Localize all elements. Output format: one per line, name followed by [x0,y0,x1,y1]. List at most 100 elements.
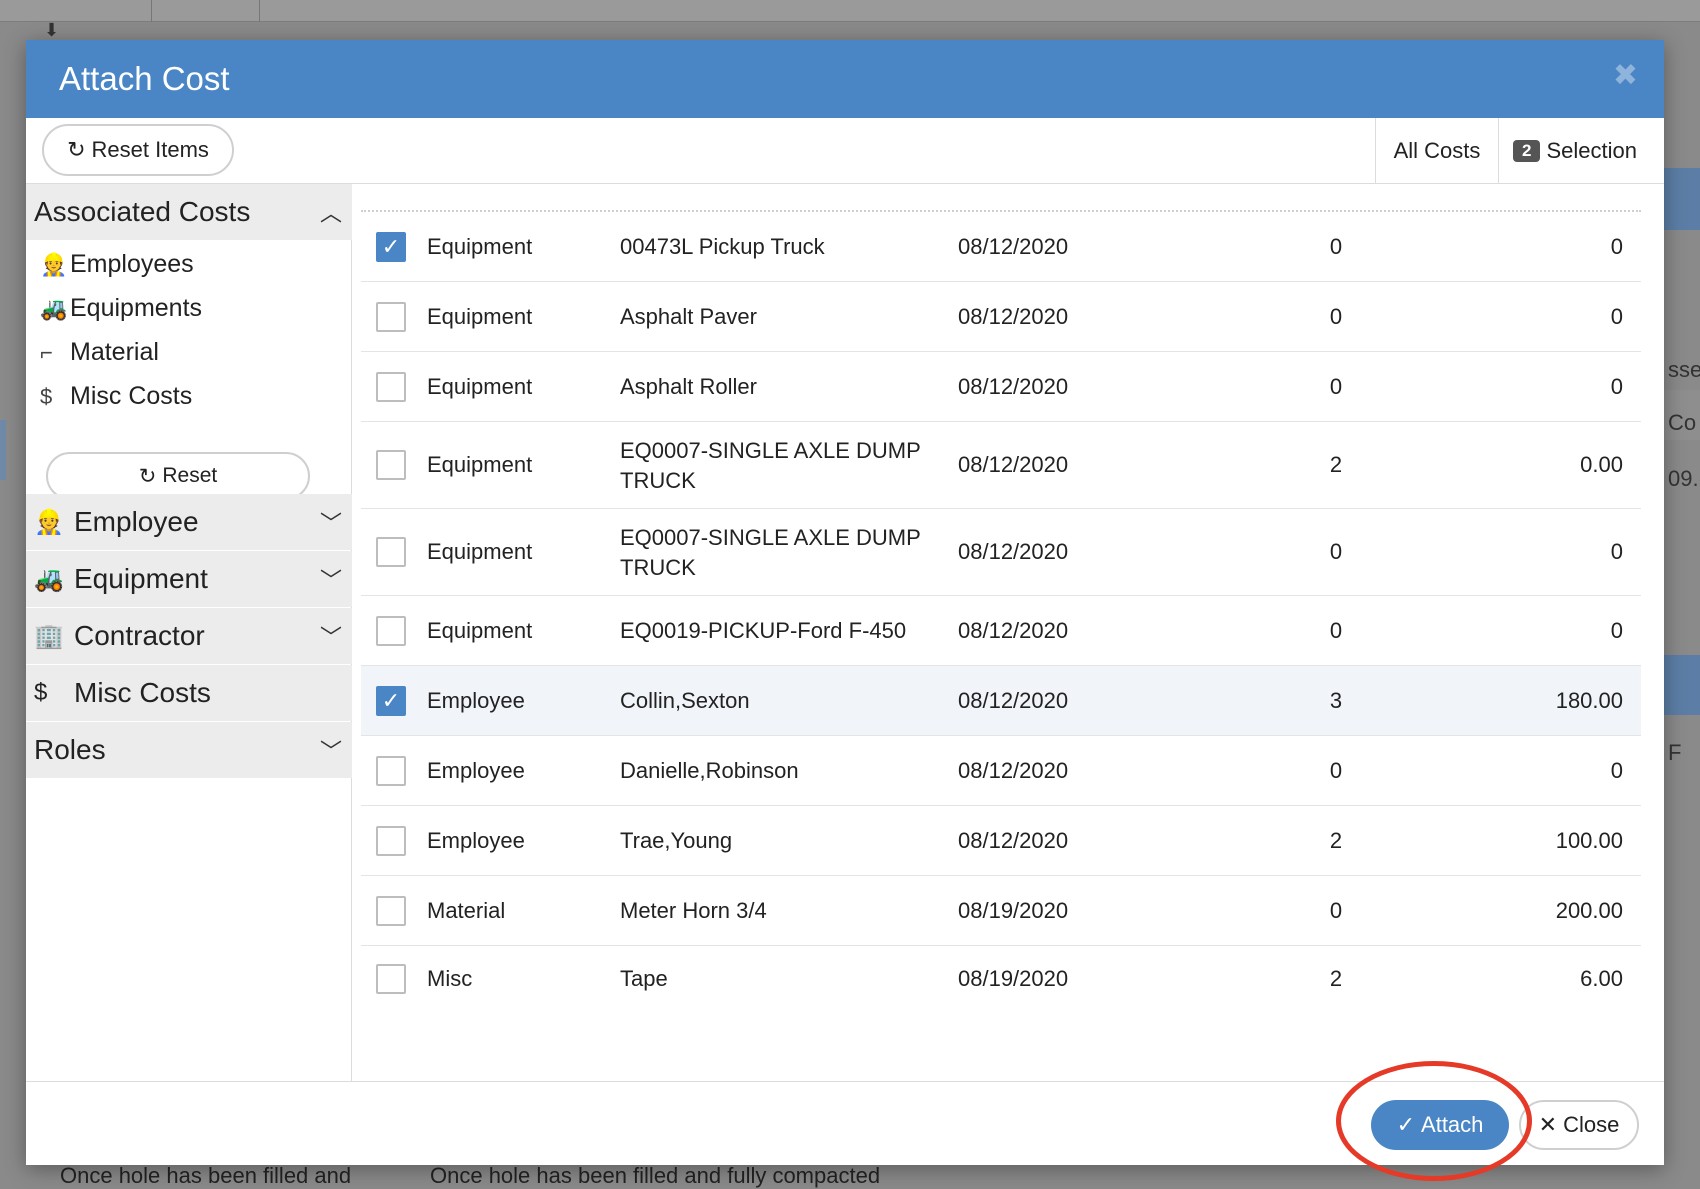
cell-quantity: 0 [1329,758,1343,783]
table-row[interactable]: ✓ Employee Collin,Sexton 08/12/2020 3 18… [361,666,1641,736]
checkmark-icon: ✓ [381,688,401,713]
modal-title: Attach Cost [59,60,230,97]
close-icon[interactable]: ✖ [1613,58,1638,93]
panel-contractor[interactable]: 🏢 Contractor ﹀ [26,608,352,664]
panel-employee-label: Employee [74,506,199,537]
tab-all-costs[interactable]: All Costs [1375,118,1498,184]
tab-all-costs-label: All Costs [1393,138,1481,163]
close-icon: ✕ [1538,1112,1558,1137]
panel-roles[interactable]: Roles ﹀ [26,722,352,778]
row-checkbox[interactable] [376,964,406,994]
table-row[interactable]: Equipment Asphalt Paver 08/12/2020 0 0 [361,282,1641,352]
table-row[interactable]: ✓ Equipment 00473L Pickup Truck 08/12/20… [361,212,1641,282]
cell-type: Equipment [427,234,533,259]
table-row[interactable]: Equipment EQ0007-SINGLE AXLE DUMP TRUCK … [361,422,1641,509]
row-checkbox[interactable] [376,826,406,856]
tab-selection[interactable]: 2 Selection [1498,118,1664,184]
chevron-down-icon: ﹀ [319,739,342,764]
chevron-up-icon: ︿ [319,201,342,226]
refresh-icon: ↻ [67,137,86,162]
reset-items-button[interactable]: ↻ Reset Items [42,124,234,176]
sidebar-item-material[interactable]: ⌐ Material [40,338,159,367]
cell-amount: 0 [1610,304,1623,329]
sidebar-item-label: Employees [70,250,194,278]
panel-equipment-label: Equipment [74,563,208,594]
chevron-down-icon: ﹀ [319,625,342,650]
row-checkbox[interactable] [376,537,406,567]
cell-name: Asphalt Paver [620,304,757,329]
reset-button[interactable]: ↻ Reset [46,452,310,500]
map-pin-icon: ⬇ [44,20,60,40]
contractor-icon: 🏢 [34,623,64,650]
background-nav-segment [152,0,260,22]
cell-quantity: 0 [1329,234,1343,259]
background-nav-segment [0,0,152,22]
cell-type: Equipment [427,452,533,477]
cell-amount: 0 [1610,758,1623,783]
sidebar-item-employees[interactable]: 👷 Employees [40,250,194,279]
sidebar-item-label: Misc Costs [70,382,193,410]
cell-quantity: 0 [1329,539,1343,564]
cell-name: Asphalt Roller [620,374,757,399]
close-button[interactable]: ✕ Close [1519,1100,1639,1150]
cell-name: Meter Horn 3/4 [620,898,767,923]
row-checkbox[interactable] [376,616,406,646]
attach-cost-modal: Attach Cost ✖ ↻ Reset Items All Costs 2 … [26,40,1664,1165]
cell-type: Material [427,898,506,923]
row-checkbox[interactable] [376,450,406,480]
cell-name: EQ0007-SINGLE AXLE DUMP TRUCK [620,525,921,580]
row-checkbox[interactable]: ✓ [376,232,406,262]
sidebar-item-misc-costs[interactable]: $ Misc Costs [40,382,192,411]
tab-selection-label: Selection [1546,138,1637,163]
background-top-bar [0,0,1700,22]
background-text: Once hole has been filled and [60,1163,352,1188]
attach-highlight-circle [1336,1061,1532,1181]
cell-name: Collin,Sexton [620,688,750,713]
cell-quantity: 2 [1329,828,1343,853]
row-checkbox[interactable] [376,372,406,402]
panel-equipment[interactable]: 🚜 Equipment ﹀ [26,551,352,607]
panel-misc-costs[interactable]: $ Misc Costs [26,665,352,721]
table-row[interactable]: Material Meter Horn 3/4 08/19/2020 0 200… [361,876,1641,946]
filter-sidebar: Associated Costs ︿ 👷 Employees 🚜 Equipment… [26,184,352,1081]
sidebar-item-equipments[interactable]: 🚜 Equipments [40,294,202,323]
table-row[interactable]: Misc Tape 08/19/2020 2 6.00 [361,946,1641,1016]
cell-amount: 180.00 [1555,688,1623,713]
modal-header: Attach Cost ✖ [26,40,1664,118]
background-right-band [1663,655,1700,715]
cell-name: Danielle,Robinson [620,758,799,783]
row-checkbox[interactable] [376,302,406,332]
cell-date: 08/12/2020 [958,828,1069,853]
cell-name: Trae,Young [620,828,733,853]
row-checkbox[interactable] [376,896,406,926]
panel-employee[interactable]: 👷 Employee ﹀ [26,494,352,550]
cell-date: 08/12/2020 [958,618,1069,643]
cell-amount: 0 [1610,618,1623,643]
cell-type: Employee [427,828,525,853]
cell-date: 08/19/2020 [958,966,1069,991]
cell-type: Misc [427,966,473,991]
row-checkbox[interactable]: ✓ [376,686,406,716]
associated-costs-label: Associated Costs [34,196,251,227]
cell-quantity: 0 [1329,898,1343,923]
panel-misc-costs-label: Misc Costs [74,677,211,708]
refresh-icon: ↻ [138,464,157,488]
checkmark-icon: ✓ [381,234,401,259]
cell-type: Employee [427,688,525,713]
background-left-strip [0,420,6,480]
table-row[interactable]: Equipment EQ0007-SINGLE AXLE DUMP TRUCK … [361,509,1641,596]
dollar-icon: $ [40,384,53,409]
table-row[interactable]: Employee Danielle,Robinson 08/12/2020 0 … [361,736,1641,806]
sidebar-item-label: Equipments [70,294,203,322]
cost-table[interactable]: ✓ Equipment 00473L Pickup Truck 08/12/20… [353,184,1664,1081]
chevron-down-icon: ﹀ [319,568,342,593]
excavator-icon: 🚜 [34,566,64,593]
cell-date: 08/12/2020 [958,234,1069,259]
row-checkbox[interactable] [376,756,406,786]
cell-name: 00473L Pickup Truck [620,234,825,259]
table-row[interactable]: Equipment Asphalt Roller 08/12/2020 0 0 [361,352,1641,422]
sidebar-item-label: Material [70,338,159,366]
table-row[interactable]: Equipment EQ0019-PICKUP-Ford F-450 08/12… [361,596,1641,666]
associated-costs-header[interactable]: Associated Costs ︿ [26,184,352,240]
table-row[interactable]: Employee Trae,Young 08/12/2020 2 100.00 [361,806,1641,876]
